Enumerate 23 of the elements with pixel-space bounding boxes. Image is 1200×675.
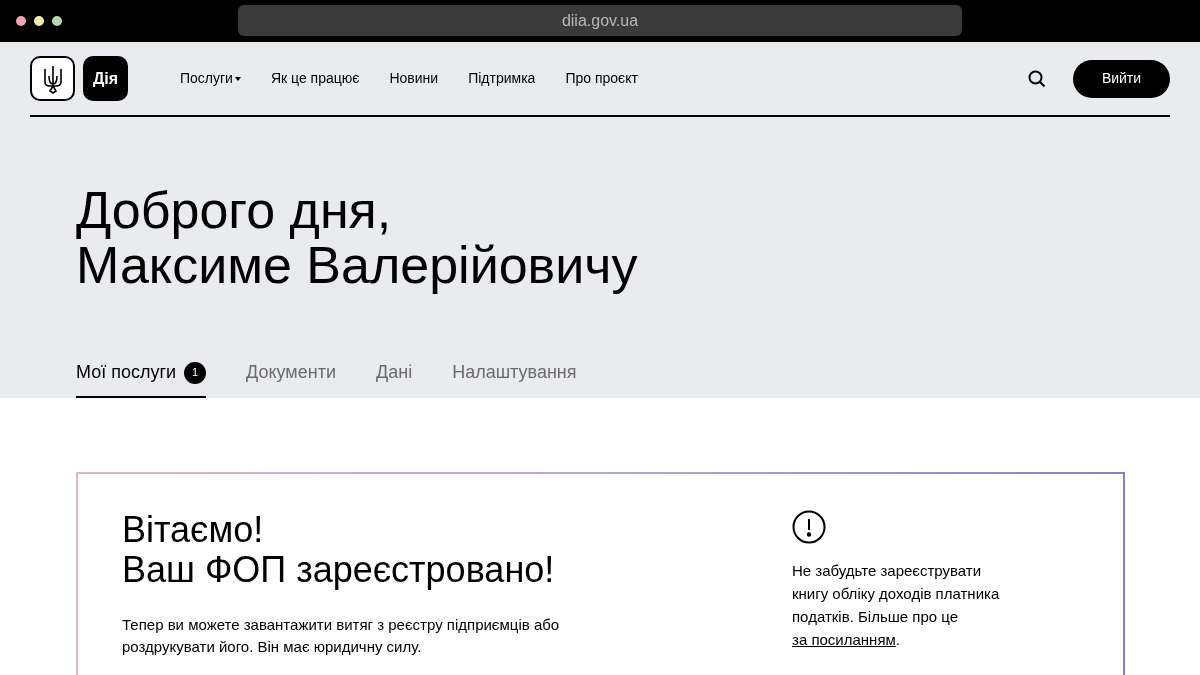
- reminder-link[interactable]: за посиланням: [792, 631, 896, 648]
- tab[interactable]: Дані: [376, 359, 413, 398]
- address-bar[interactable]: diia.gov.ua: [238, 5, 962, 36]
- logout-button[interactable]: Вийти: [1073, 59, 1170, 98]
- count-badge: 1: [184, 361, 207, 384]
- trident-icon: [41, 63, 64, 94]
- tab[interactable]: Налаштування: [452, 359, 577, 398]
- greeting-heading: Доброго дня, Максиме Валерійовичу: [76, 183, 639, 293]
- tab[interactable]: Мої послуги 1: [76, 359, 207, 398]
- exclamation-icon: [792, 510, 826, 544]
- diia-logo[interactable]: Дія: [83, 56, 128, 101]
- nav-link[interactable]: Про проєкт: [565, 68, 638, 89]
- tab[interactable]: Документи: [246, 359, 336, 398]
- caret-icon: [234, 76, 241, 81]
- reminder-text: Не забудьте зареєструвати книгу обліку доходів платника податків. Більше про це за посиланням.: [792, 561, 1001, 650]
- search-icon[interactable]: [1028, 69, 1046, 88]
- nav-link[interactable]: Послуги: [180, 68, 241, 89]
- card-text: Тепер ви можете завантажити витяг з реєстру підприємців або роздрукувати його. Він має юридичну силу.: [122, 615, 561, 657]
- nav-link[interactable]: Підтримка: [468, 68, 536, 89]
- nav-link[interactable]: Новини: [389, 68, 439, 89]
- emblem-logo[interactable]: [30, 56, 75, 101]
- card-title: Вітаємо! Ваш ФОП зареєстровано!: [122, 510, 556, 590]
- nav-link[interactable]: Як це працює: [270, 68, 360, 89]
